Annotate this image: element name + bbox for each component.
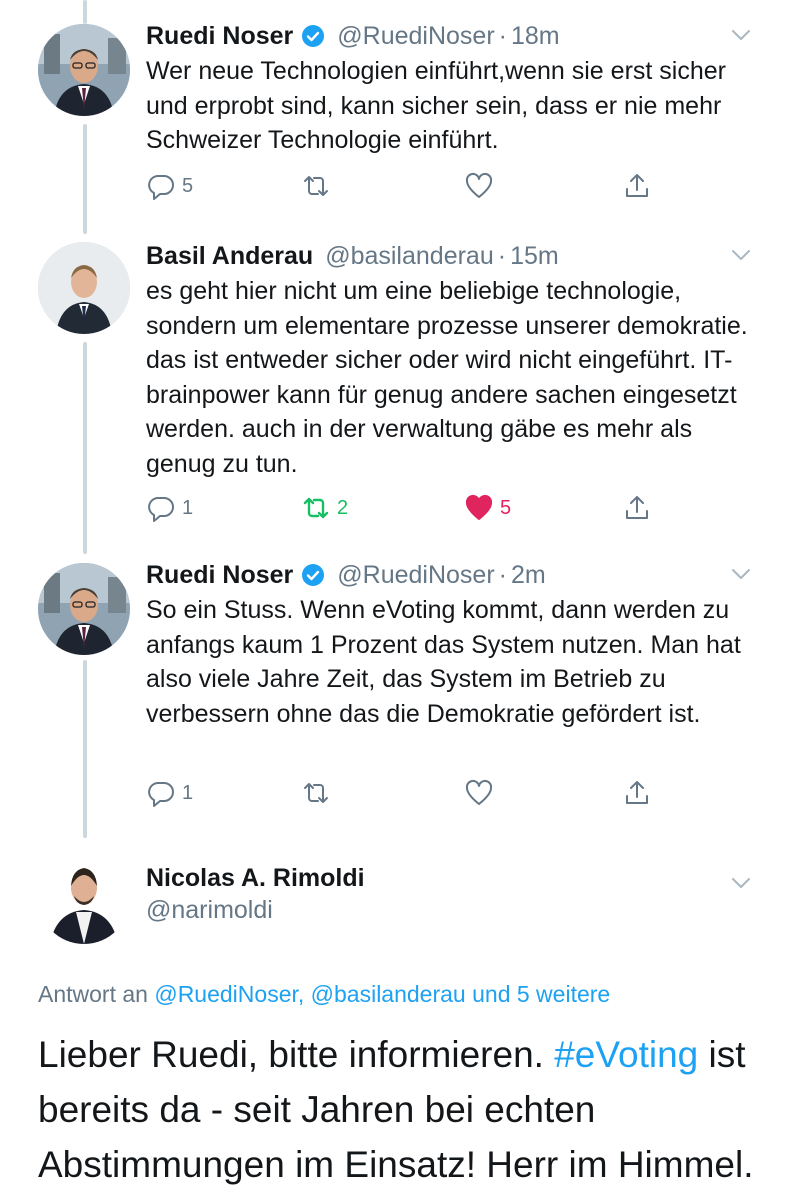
separator: ·	[497, 241, 507, 270]
tweet-text: Wer neue Technologien einführt,wenn sie …	[146, 57, 726, 154]
tweet-text-part: Lieber Ruedi, bitte informieren.	[38, 1034, 544, 1075]
avatar-photo	[38, 242, 130, 334]
like-button[interactable]: 5	[464, 488, 511, 528]
heart-icon	[465, 494, 493, 520]
avatar-photo	[38, 563, 130, 655]
share-icon	[626, 496, 648, 519]
chevron-down-icon[interactable]	[730, 24, 752, 46]
tweet-actions: 5	[146, 166, 666, 206]
chevron-down-icon[interactable]	[730, 872, 752, 894]
tweet-text: es geht hier nicht um eine beliebige tec…	[146, 277, 748, 478]
avatar[interactable]	[38, 563, 130, 655]
tweet-header: Ruedi Noser @RuediNoser · 18m	[146, 16, 560, 56]
reply-button[interactable]: 1	[146, 488, 193, 528]
avatar[interactable]	[38, 242, 130, 334]
timestamp[interactable]: 15m	[510, 242, 559, 271]
reply-button[interactable]: 1	[146, 773, 193, 813]
avatar-photo	[38, 24, 130, 116]
avatar-photo	[38, 852, 130, 944]
tweet-actions: 1 2 5	[146, 488, 666, 528]
retweet-button[interactable]	[301, 166, 337, 206]
author-name[interactable]: Ruedi Noser	[146, 561, 293, 590]
like-count: 5	[500, 496, 512, 519]
tweet-header: Ruedi Noser @RuediNoser · 2m	[146, 555, 546, 595]
retweet-icon	[304, 176, 328, 196]
share-icon	[626, 781, 648, 804]
author-handle[interactable]: @narimoldi	[146, 896, 273, 925]
heart-icon	[465, 172, 493, 198]
thread-line	[83, 124, 87, 234]
share-button[interactable]	[622, 488, 652, 528]
reply-button[interactable]: 5	[146, 166, 193, 206]
reply-count: 1	[182, 781, 194, 804]
chevron-down-icon[interactable]	[730, 563, 752, 585]
author-name[interactable]: Ruedi Noser	[146, 22, 293, 51]
author-name[interactable]: Basil Anderau	[146, 242, 313, 271]
timestamp[interactable]: 2m	[511, 561, 546, 590]
reply-icon	[148, 497, 174, 522]
share-button[interactable]	[622, 773, 652, 813]
reply-icon	[148, 175, 174, 200]
avatar[interactable]	[38, 852, 130, 944]
hashtag-link[interactable]: #eVoting	[554, 1034, 698, 1075]
author-handle[interactable]: @RuediNoser	[337, 561, 494, 590]
timestamp[interactable]: 18m	[511, 22, 560, 51]
verified-badge-icon	[302, 564, 325, 586]
retweet-icon	[303, 497, 329, 519]
retweet-icon	[304, 783, 328, 803]
like-button[interactable]	[464, 166, 500, 206]
reply-to-prefix: Antwort an	[38, 981, 148, 1007]
tweet-actions: 1	[146, 773, 666, 813]
separator: ·	[498, 21, 507, 50]
reply-context: Antwort an @RuediNoser, @basilanderau un…	[38, 981, 610, 1008]
tweet-header: Basil Anderau @basilanderau · 15m	[146, 236, 559, 276]
avatar[interactable]	[38, 24, 130, 116]
thread-line	[83, 342, 87, 554]
share-icon	[626, 174, 648, 197]
separator: ·	[498, 560, 507, 589]
author-name[interactable]: Nicolas A. Rimoldi	[146, 864, 365, 893]
reply-count: 5	[182, 174, 194, 197]
share-button[interactable]	[622, 166, 652, 206]
reply-to-user-link[interactable]: @RuediNoser,	[154, 981, 304, 1007]
retweet-button[interactable]: 2	[301, 488, 348, 528]
thread-line	[83, 660, 87, 838]
like-button[interactable]	[464, 773, 500, 813]
author-handle[interactable]: @basilanderau	[325, 242, 494, 271]
thread-line	[83, 0, 87, 24]
reply-count: 1	[182, 496, 194, 519]
verified-badge-icon	[302, 25, 325, 47]
tweet-text: So ein Stuss. Wenn eVoting kommt, dann w…	[146, 596, 741, 728]
reply-icon	[148, 782, 174, 807]
author-handle[interactable]: @RuediNoser	[337, 22, 494, 51]
focused-tweet-text: Lieber Ruedi, bitte informieren. #eVotin…	[38, 1027, 768, 1192]
retweet-count: 2	[337, 496, 349, 519]
chevron-down-icon[interactable]	[730, 244, 752, 266]
reply-to-user-link[interactable]: @basilanderau	[311, 981, 466, 1007]
reply-to-more-link[interactable]: und 5 weitere	[472, 981, 610, 1007]
tweet-header: Nicolas A. Rimoldi	[146, 858, 365, 898]
heart-icon	[465, 779, 493, 805]
retweet-button[interactable]	[301, 773, 337, 813]
